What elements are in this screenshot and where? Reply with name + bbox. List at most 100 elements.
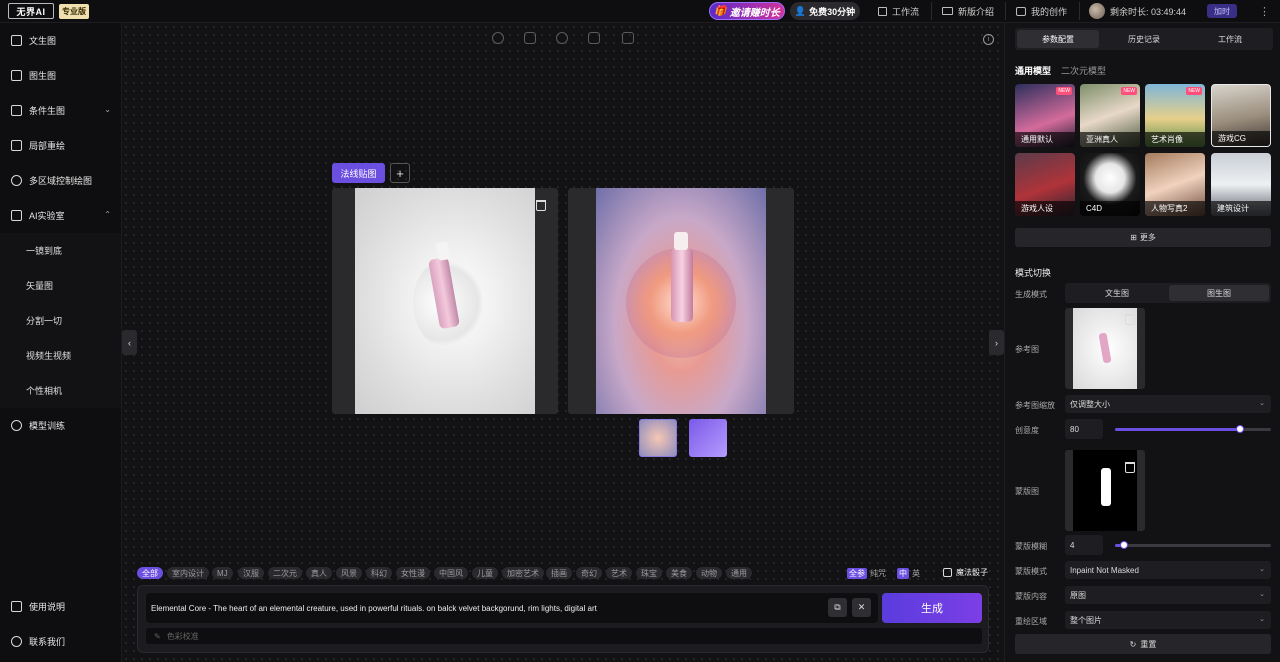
creativity-slider[interactable]	[1115, 425, 1271, 433]
sidebar-sub-video[interactable]: 视频生视频	[0, 338, 121, 373]
tag-mj[interactable]: MJ	[212, 567, 233, 579]
collapse-right-button[interactable]: ›	[989, 330, 1004, 355]
language-toggle[interactable]: 中 英	[897, 568, 920, 579]
sidebar-item-ai-lab[interactable]: AI实验室 ⌃	[0, 198, 121, 233]
generate-button[interactable]: 生成	[882, 593, 982, 623]
sidebar-item-multi-region[interactable]: 多区域控制绘图	[0, 163, 121, 198]
tag-jewelry[interactable]: 珠宝	[636, 567, 662, 579]
tag-anime[interactable]: 二次元	[268, 567, 302, 579]
ref-scale-select[interactable]: 仅调整大小 ⌄	[1065, 395, 1271, 413]
sidebar-item-repaint[interactable]: 局部重绘	[0, 128, 121, 163]
model-card[interactable]: NEW 亚洲真人	[1080, 84, 1140, 147]
tab-anime-models[interactable]: 二次元模型	[1061, 64, 1106, 77]
reset-button[interactable]: ↻ 重置	[1015, 634, 1271, 654]
add-button[interactable]: +	[390, 163, 410, 183]
mask-mode-select[interactable]: Inpaint Not Masked ⌄	[1065, 561, 1271, 579]
prompt-input[interactable]: Elemental Core - The heart of an element…	[146, 593, 878, 623]
tag-interior[interactable]: 室内设计	[167, 567, 209, 579]
tag-fantasy[interactable]: 奇幻	[576, 567, 602, 579]
result-thumbnail-2[interactable]	[689, 419, 727, 457]
rotate-tool-icon[interactable]	[492, 32, 504, 44]
model-card[interactable]: 人物写真2	[1145, 153, 1205, 216]
tag-children[interactable]: 儿童	[472, 567, 498, 579]
tab-workflow[interactable]: 工作流	[1189, 30, 1271, 48]
tag-crypto-art[interactable]: 加密艺术	[502, 567, 544, 579]
delete-icon[interactable]	[536, 200, 546, 211]
face-tool-icon[interactable]	[556, 32, 568, 44]
sidebar-item-training[interactable]: 模型训练	[0, 408, 121, 443]
reference-image[interactable]	[1065, 308, 1145, 389]
delete-icon[interactable]	[1125, 462, 1135, 473]
sidebar-item-help[interactable]: 使用说明	[0, 589, 121, 624]
mask-blur-slider[interactable]	[1115, 541, 1271, 549]
sidebar-sub-camera[interactable]: 个性相机	[0, 373, 121, 408]
sidebar-sub-vector[interactable]: 矢量图	[0, 268, 121, 303]
source-image[interactable]	[355, 188, 535, 414]
mask-blur-input[interactable]: 4	[1065, 535, 1103, 555]
tag-all[interactable]: 全部	[137, 567, 163, 579]
recharge-button[interactable]: 加时	[1207, 4, 1237, 18]
info-icon[interactable]: i	[983, 34, 994, 45]
magic-dice-button[interactable]: 魔法骰子	[943, 567, 988, 578]
tag-illustration[interactable]: 插画	[546, 567, 572, 579]
negative-prompt-input[interactable]: ✎ 色彩校准	[146, 628, 982, 644]
tag-animal[interactable]: 动物	[696, 567, 722, 579]
slider-knob[interactable]	[1235, 425, 1244, 433]
sidebar-item-label: 文生图	[29, 36, 57, 46]
mask-image[interactable]	[1065, 450, 1145, 531]
model-card[interactable]: C4D	[1080, 153, 1140, 216]
result-thumbnail-1[interactable]	[639, 419, 677, 457]
tag-real[interactable]: 真人	[306, 567, 332, 579]
collapse-left-button[interactable]: ‹	[122, 330, 137, 355]
more-menu-icon[interactable]: ⋮	[1259, 4, 1270, 18]
model-card[interactable]: 建筑设计	[1211, 153, 1271, 216]
model-card[interactable]: NEW 艺术肖像	[1145, 84, 1205, 147]
sidebar-sub-segment[interactable]: 分割一切	[0, 303, 121, 338]
tab-params[interactable]: 参数配置	[1017, 30, 1099, 48]
creativity-input[interactable]: 80	[1065, 419, 1103, 439]
more-models-button[interactable]: ⊞ 更多	[1015, 228, 1271, 247]
all-params-toggle[interactable]: 全参 纯咒	[847, 568, 886, 579]
sidebar-item-image-to-image[interactable]: 图生图	[0, 58, 121, 93]
workflow-link[interactable]: 工作流	[878, 4, 919, 18]
tag-female-comic[interactable]: 女性漫	[396, 567, 430, 579]
mode-image-to-image[interactable]: 图生图	[1169, 285, 1269, 301]
my-creations-link[interactable]: 我的创作	[1016, 4, 1067, 18]
delete-icon[interactable]	[1125, 314, 1135, 325]
sidebar-item-contact[interactable]: 联系我们	[0, 624, 121, 659]
copy-icon[interactable]: ⧉	[828, 598, 847, 617]
canvas-area: i ‹ › 法线贴图 + 全部 室内设计 MJ 汉服 二次元 真人 风景 科幻 …	[122, 23, 1004, 662]
tab-history[interactable]: 历史记录	[1103, 30, 1185, 48]
crop-tool-icon[interactable]	[524, 32, 536, 44]
clear-icon[interactable]: ✕	[852, 598, 871, 617]
fullscreen-tool-icon[interactable]	[622, 32, 634, 44]
model-card[interactable]: 游戏人设	[1015, 153, 1075, 216]
tag-food[interactable]: 美食	[666, 567, 692, 579]
account-info[interactable]: 剩余时长: 03:49:44	[1089, 3, 1186, 19]
tag-landscape[interactable]: 风景	[336, 567, 362, 579]
model-card-selected[interactable]: 游戏CG	[1211, 84, 1271, 147]
tag-scifi[interactable]: 科幻	[366, 567, 392, 579]
model-label: C4D	[1080, 201, 1140, 216]
tab-general-models[interactable]: 通用模型	[1015, 64, 1051, 77]
free-trial-button[interactable]: 👤 免费30分钟	[790, 2, 860, 20]
result-image[interactable]	[596, 188, 766, 414]
normal-map-button[interactable]: 法线贴图	[332, 163, 385, 183]
invite-button[interactable]: 🎁 邀请赚时长	[709, 2, 785, 20]
tag-general[interactable]: 通用	[726, 567, 752, 579]
mode-text-to-image[interactable]: 文生图	[1067, 285, 1167, 301]
logo[interactable]: 无界AI 专业版	[8, 3, 89, 19]
hand-tool-icon[interactable]	[588, 32, 600, 44]
model-card[interactable]: NEW 通用默认	[1015, 84, 1075, 147]
sidebar-item-text-to-image[interactable]: 文生图	[0, 23, 121, 58]
redraw-area-select[interactable]: 整个图片 ⌄	[1065, 611, 1271, 629]
sidebar-sub-one-shot[interactable]: 一镜到底	[0, 233, 121, 268]
tag-hanfu[interactable]: 汉服	[238, 567, 264, 579]
tag-art[interactable]: 艺术	[606, 567, 632, 579]
tag-chinese[interactable]: 中国风	[434, 567, 468, 579]
sidebar-item-conditional[interactable]: 条件生图 ⌄	[0, 93, 121, 128]
new-intro-link[interactable]: 新版介绍	[942, 4, 994, 18]
mask-content-select[interactable]: 原图 ⌄	[1065, 586, 1271, 604]
slider-knob[interactable]	[1120, 541, 1129, 549]
top-bar: 无界AI 专业版 🎁 邀请赚时长 👤 免费30分钟 工作流 新版介绍 我的创作 …	[0, 0, 1280, 23]
